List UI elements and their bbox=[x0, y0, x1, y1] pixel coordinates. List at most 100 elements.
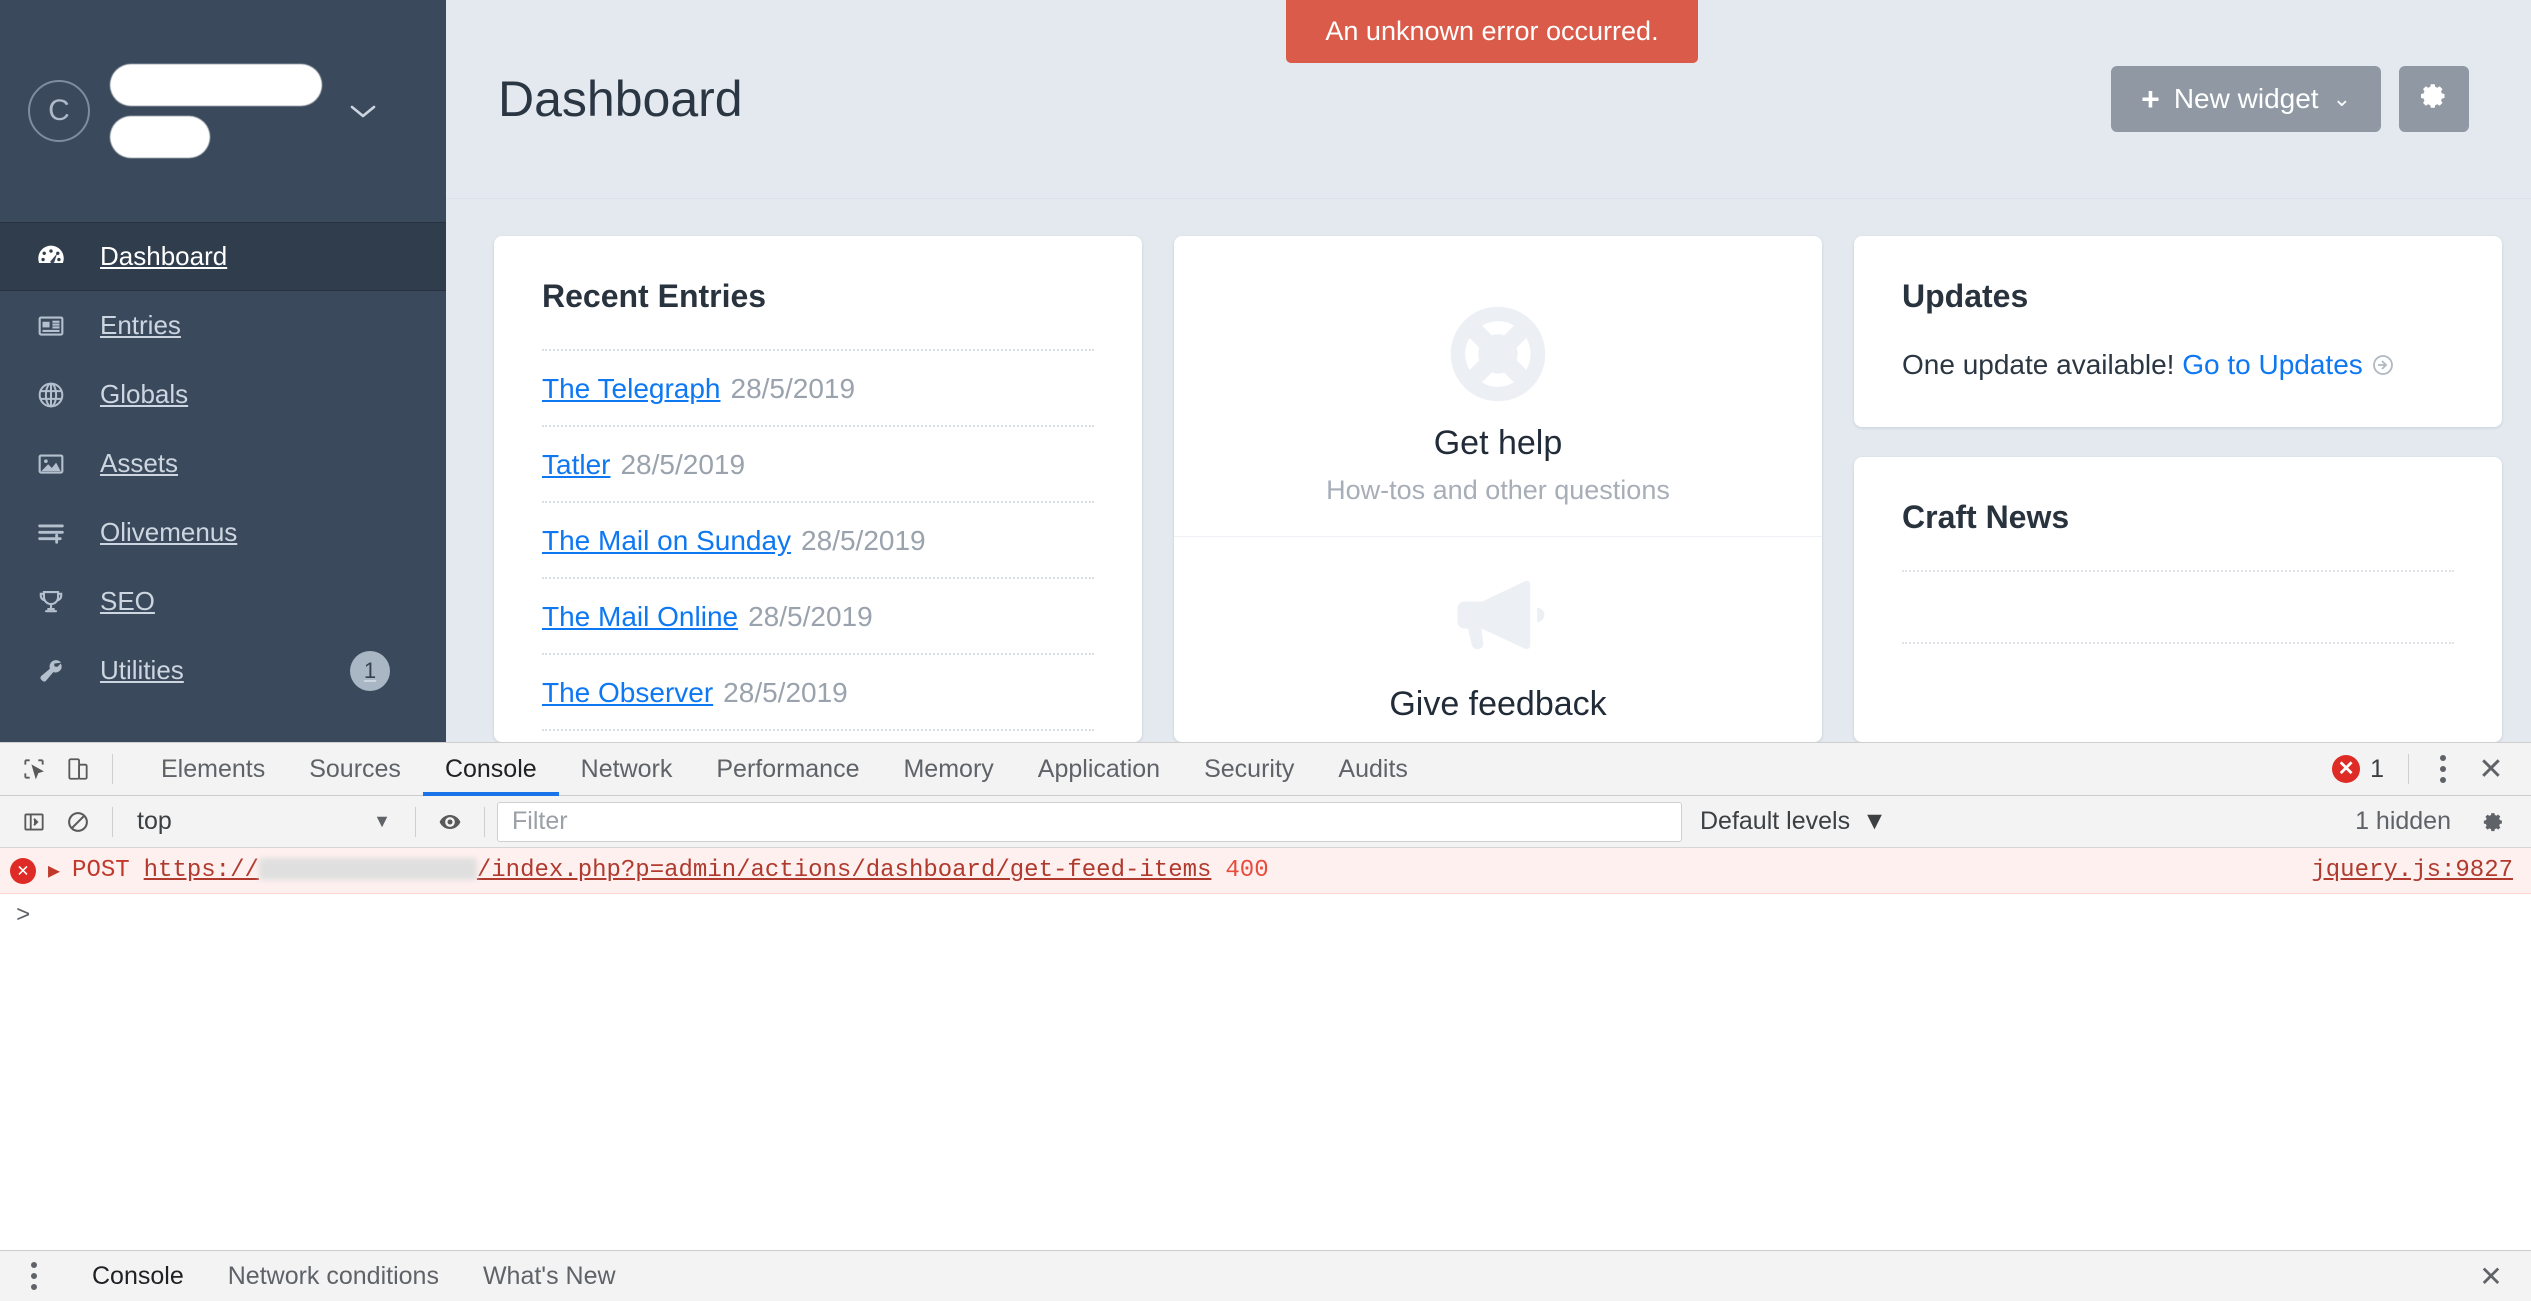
console-error-row[interactable]: ✕ ▶ POST https:// /index.php?p=admin/acti… bbox=[0, 848, 2531, 894]
widget-column-left: Recent Entries The Telegraph 28/5/2019 Ta… bbox=[494, 236, 1142, 742]
chevron-down-icon: ⌄ bbox=[2332, 86, 2351, 112]
request-url[interactable]: https:// /index.php?p=admin/actions/dashb… bbox=[144, 857, 1212, 884]
inspect-element-icon[interactable] bbox=[12, 748, 56, 790]
help-title: Give feedback bbox=[1389, 685, 1607, 724]
source-link[interactable]: jquery.js:9827 bbox=[2311, 857, 2513, 884]
sidebar-item-dashboard[interactable]: Dashboard bbox=[0, 222, 446, 291]
sidebar-item-assets[interactable]: Assets bbox=[0, 429, 446, 498]
entry-row[interactable]: The Mail Online 28/5/2019 bbox=[542, 577, 1094, 653]
sidebar-item-entries[interactable]: Entries bbox=[0, 291, 446, 360]
drawer-tab-whats-new[interactable]: What's New bbox=[461, 1262, 638, 1291]
give-feedback-block[interactable]: Give feedback bbox=[1174, 536, 1822, 742]
kebab-menu-icon[interactable] bbox=[12, 1255, 56, 1297]
widget-grid: Recent Entries The Telegraph 28/5/2019 Ta… bbox=[446, 199, 2531, 742]
entry-row[interactable]: The Mail on Sunday 28/5/2019 bbox=[542, 501, 1094, 577]
life-preserver-icon bbox=[1444, 300, 1552, 408]
dashboard-settings-button[interactable] bbox=[2399, 66, 2469, 133]
redacted-domain bbox=[258, 858, 477, 880]
tab-security[interactable]: Security bbox=[1182, 743, 1316, 796]
sidebar-item-globals[interactable]: Globals bbox=[0, 360, 446, 429]
site-switcher[interactable]: C bbox=[0, 0, 446, 222]
entry-row-divider bbox=[542, 729, 1094, 732]
sidebar-item-seo[interactable]: SEO bbox=[0, 567, 446, 636]
devtools-toolbar: Elements Sources Console Network Perform… bbox=[0, 743, 2531, 796]
entry-link[interactable]: The Observer bbox=[542, 677, 713, 708]
redacted-site-url bbox=[110, 116, 210, 158]
url-prefix: https:// bbox=[143, 857, 259, 884]
console-prompt[interactable]: > bbox=[0, 894, 2531, 938]
hidden-messages-count: 1 hidden bbox=[2355, 807, 2451, 835]
gear-icon bbox=[2419, 81, 2449, 118]
help-widget: Get help How-tos and other questions Giv… bbox=[1174, 236, 1822, 742]
drawer-tab-strip: Console Network conditions What's New bbox=[70, 1262, 638, 1291]
gauge-icon bbox=[32, 238, 70, 276]
response-status: 400 bbox=[1225, 857, 1269, 884]
tab-audits[interactable]: Audits bbox=[1316, 743, 1429, 796]
tab-sources[interactable]: Sources bbox=[287, 743, 423, 796]
close-icon[interactable]: ✕ bbox=[2465, 1256, 2517, 1296]
live-expression-icon[interactable] bbox=[428, 801, 472, 843]
entry-date: 28/5/2019 bbox=[730, 373, 856, 405]
tab-performance[interactable]: Performance bbox=[694, 743, 881, 796]
url-suffix: /index.php?p=admin/actions/dashboard/get… bbox=[476, 857, 1212, 884]
entry-link[interactable]: Tatler bbox=[542, 449, 610, 480]
close-icon[interactable]: ✕ bbox=[2465, 748, 2517, 790]
page-title: Dashboard bbox=[498, 71, 743, 128]
entry-row[interactable]: The Observer 28/5/2019 bbox=[542, 653, 1094, 729]
execution-context-value: top bbox=[137, 807, 172, 835]
tab-console[interactable]: Console bbox=[422, 743, 559, 796]
prompt-caret: > bbox=[16, 902, 31, 930]
entry-date: 28/5/2019 bbox=[723, 677, 848, 709]
filterbar-divider bbox=[484, 806, 485, 837]
sidebar-badge-utilities: 1 bbox=[350, 650, 390, 691]
log-levels-select[interactable]: Default levels ▼ bbox=[1682, 807, 1905, 836]
clear-console-icon[interactable] bbox=[56, 801, 100, 843]
expand-arrow-icon[interactable]: ▶ bbox=[48, 858, 60, 884]
sidebar-item-olivemenus[interactable]: Olivemenus bbox=[0, 498, 446, 567]
execution-context-select[interactable]: top ▼ bbox=[125, 802, 403, 842]
new-widget-button[interactable]: + New widget ⌄ bbox=[2111, 66, 2381, 133]
error-circle-icon: ✕ bbox=[10, 857, 36, 884]
gear-icon[interactable] bbox=[2469, 801, 2517, 843]
plus-icon: + bbox=[2141, 81, 2160, 118]
news-placeholder-line bbox=[1902, 642, 2454, 714]
tab-application[interactable]: Application bbox=[1016, 743, 1182, 796]
entry-link[interactable]: The Telegraph bbox=[542, 373, 721, 404]
sidebar-item-label: SEO bbox=[100, 586, 155, 616]
entry-link[interactable]: The Mail on Sunday bbox=[542, 525, 791, 556]
tab-network[interactable]: Network bbox=[559, 743, 695, 796]
console-sidebar-icon[interactable] bbox=[12, 801, 56, 843]
new-widget-label: New widget bbox=[2173, 83, 2319, 115]
error-toast: An unknown error occurred. bbox=[1286, 0, 1698, 63]
sidebar-item-label: Entries bbox=[100, 310, 181, 340]
console-messages: ✕ ▶ POST https:// /index.php?p=admin/acti… bbox=[0, 848, 2531, 1301]
go-to-updates-link[interactable]: Go to Updates bbox=[2182, 349, 2363, 380]
widget-title: Craft News bbox=[1902, 499, 2070, 536]
widget-column-middle: Get help How-tos and other questions Giv… bbox=[1174, 236, 1822, 742]
filter-input[interactable] bbox=[497, 801, 1682, 842]
widget-title: Recent Entries bbox=[542, 278, 767, 315]
sidebar-item-utilities[interactable]: Utilities 1 bbox=[0, 636, 446, 705]
updates-text: One update available! bbox=[1902, 349, 2175, 381]
header-actions: + New widget ⌄ bbox=[2111, 66, 2469, 133]
arrow-circle-right-icon bbox=[2371, 352, 2395, 376]
chevron-down-icon: ▼ bbox=[1862, 807, 1887, 835]
get-help-block[interactable]: Get help How-tos and other questions bbox=[1174, 276, 1822, 536]
entry-row[interactable]: The Telegraph 28/5/2019 bbox=[542, 349, 1094, 425]
tab-memory[interactable]: Memory bbox=[881, 743, 1015, 796]
drawer-tab-network-conditions[interactable]: Network conditions bbox=[206, 1262, 461, 1291]
request-method: POST bbox=[72, 857, 130, 884]
entry-row[interactable]: Tatler 28/5/2019 bbox=[542, 425, 1094, 501]
device-toolbar-icon[interactable] bbox=[56, 748, 100, 790]
sidebar-item-label: Globals bbox=[100, 379, 189, 409]
help-title: Get help bbox=[1433, 424, 1563, 463]
kebab-menu-icon[interactable] bbox=[2421, 748, 2465, 790]
error-count-badge[interactable]: ✕ 1 bbox=[2320, 755, 2396, 784]
sidebar: C Dashboard Entries Globals Assets Olive… bbox=[0, 0, 446, 742]
chevron-down-icon[interactable] bbox=[348, 102, 378, 120]
site-name-redacted bbox=[110, 64, 322, 158]
globe-icon bbox=[32, 376, 70, 414]
entry-link[interactable]: The Mail Online bbox=[542, 601, 738, 632]
drawer-tab-console[interactable]: Console bbox=[70, 1262, 206, 1291]
tab-elements[interactable]: Elements bbox=[139, 743, 287, 796]
